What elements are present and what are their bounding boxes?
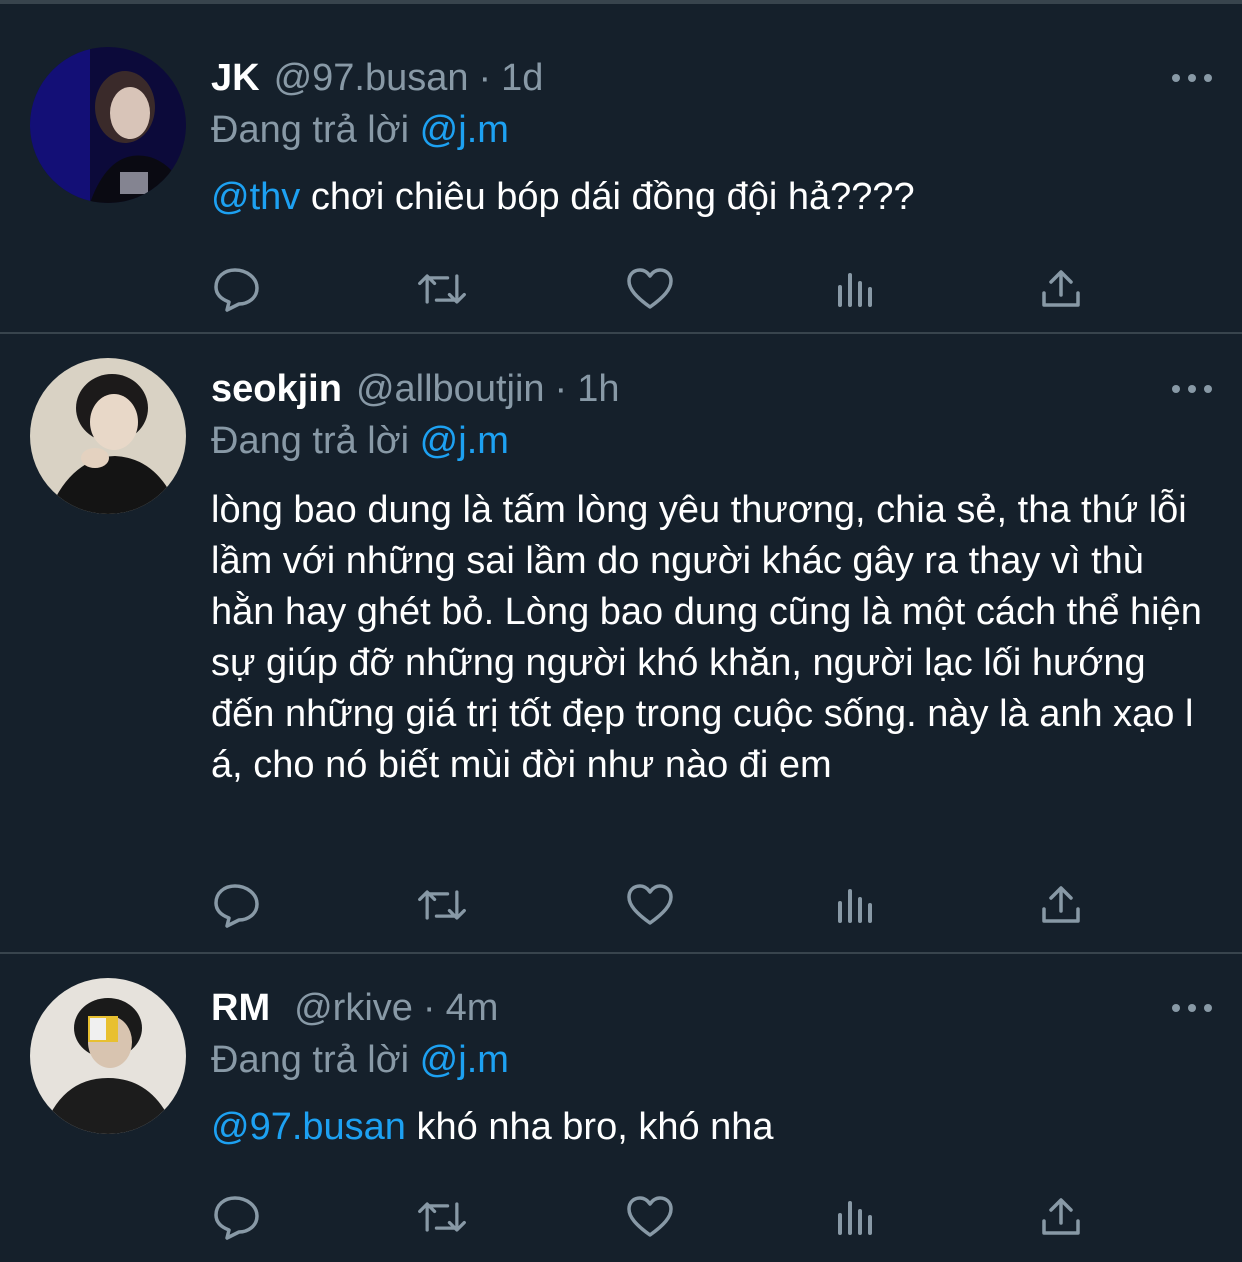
like-icon[interactable] <box>624 880 676 930</box>
separator: · <box>554 368 568 410</box>
reply-icon[interactable] <box>211 880 263 930</box>
retweet-icon[interactable] <box>416 264 468 314</box>
display-name[interactable]: RM <box>211 982 270 1034</box>
display-name[interactable]: JK <box>211 52 260 104</box>
reply-icon[interactable] <box>211 1192 263 1242</box>
more-icon[interactable] <box>1172 1002 1212 1014</box>
text-body: chơi chiêu bóp dái đồng đội hả???? <box>300 176 915 218</box>
reply-context: Đang trả lời @j.m <box>211 415 1212 467</box>
analytics-icon[interactable] <box>830 880 882 930</box>
display-name[interactable]: seokjin <box>211 363 342 415</box>
avatar-seokjin[interactable] <box>30 358 186 514</box>
timestamp[interactable]: 4m <box>446 982 499 1034</box>
analytics-icon[interactable] <box>830 1192 882 1242</box>
reply-to-mention[interactable]: @j.m <box>420 1039 509 1081</box>
like-icon[interactable] <box>624 264 676 314</box>
share-icon[interactable] <box>1035 264 1087 314</box>
like-icon[interactable] <box>624 1192 676 1242</box>
reply-context: Đang trả lời @j.m <box>211 1034 1212 1086</box>
text-mention[interactable]: @97.busan <box>211 1106 406 1148</box>
retweet-icon[interactable] <box>416 1192 468 1242</box>
handle[interactable]: @allboutjin <box>356 363 545 415</box>
analytics-icon[interactable] <box>830 264 882 314</box>
share-icon[interactable] <box>1035 1192 1087 1242</box>
tweet-text: @thv chơi chiêu bóp dái đồng đội hả???? <box>211 172 1212 223</box>
reply-to-mention[interactable]: @j.m <box>420 109 509 151</box>
tweet-seokjin[interactable]: seokjin @allboutjin · 1h Đang trả lời @j… <box>0 334 1242 954</box>
tweet-text: lòng bao dung là tấm lòng yêu thương, ch… <box>211 485 1211 791</box>
handle[interactable]: @97.busan <box>274 52 469 104</box>
reply-prefix: Đang trả lời <box>211 109 410 151</box>
more-icon[interactable] <box>1172 383 1212 395</box>
reply-prefix: Đang trả lời <box>211 420 410 462</box>
tweet-actions <box>211 264 1111 314</box>
more-icon[interactable] <box>1172 72 1212 84</box>
handle[interactable]: @rkive <box>294 982 413 1034</box>
separator: · <box>478 57 492 99</box>
tweet-actions <box>211 1192 1111 1242</box>
tweet-actions <box>211 880 1111 930</box>
text-mention[interactable]: @thv <box>211 176 300 218</box>
text-body: khó nha bro, khó nha <box>405 1106 774 1148</box>
tweet-header: JK @97.busan · 1d <box>211 52 1212 104</box>
avatar-rm[interactable] <box>30 978 186 1134</box>
reply-prefix: Đang trả lời <box>211 1039 410 1081</box>
timestamp[interactable]: 1h <box>577 363 619 415</box>
reply-context: Đang trả lời @j.m <box>211 104 1212 156</box>
reply-icon[interactable] <box>211 264 263 314</box>
tweet-text: @97.busan khó nha bro, khó nha <box>211 1102 1212 1153</box>
tweet-header: RM @rkive · 4m <box>211 982 1212 1034</box>
share-icon[interactable] <box>1035 880 1087 930</box>
tweet-jk[interactable]: JK @97.busan · 1d Đang trả lời @j.m @thv… <box>0 4 1242 334</box>
reply-to-mention[interactable]: @j.m <box>420 420 509 462</box>
tweet-header: seokjin @allboutjin · 1h <box>211 363 1212 415</box>
timestamp[interactable]: 1d <box>501 52 543 104</box>
text-body: lòng bao dung là tấm lòng yêu thương, ch… <box>211 489 1202 786</box>
avatar-jk[interactable] <box>30 47 186 203</box>
tweet-rm[interactable]: RM @rkive · 4m Đang trả lời @j.m @97.bus… <box>0 954 1242 1260</box>
separator: · <box>422 987 436 1029</box>
retweet-icon[interactable] <box>416 880 468 930</box>
